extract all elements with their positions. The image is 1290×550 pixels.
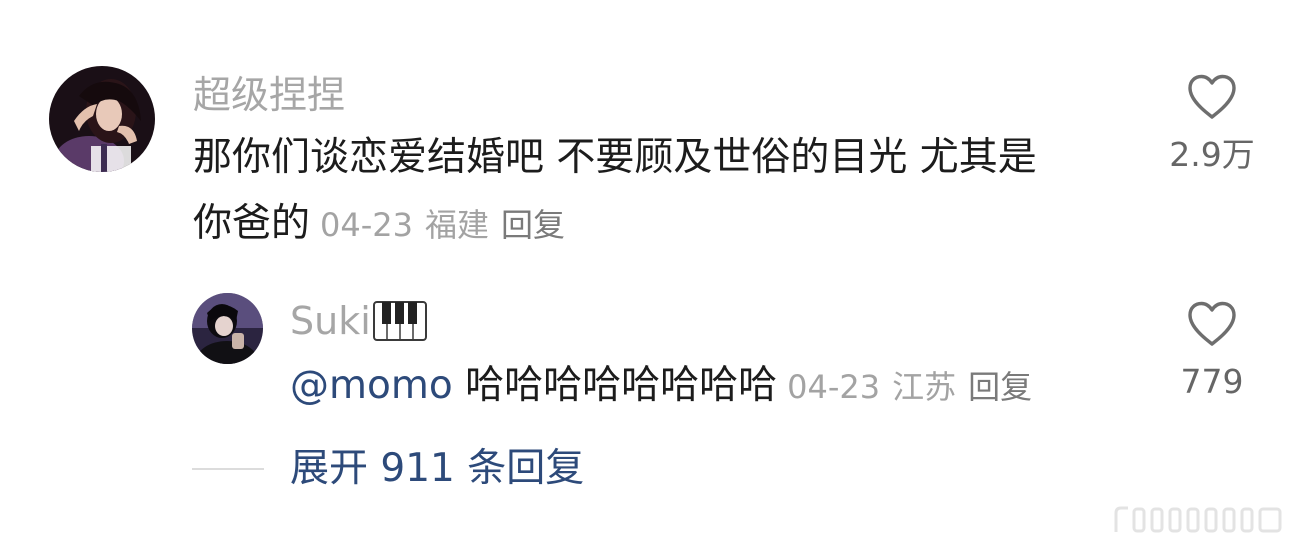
comment-body[interactable]: 那你们谈恋爱结婚吧 不要顾及世俗的目光 尤其是 你爸的 04-23 福建 回复 [193, 125, 1128, 258]
reply-username-row[interactable]: Suki [290, 298, 427, 344]
watermark-logo [1114, 506, 1282, 533]
reply-location: 江苏 [892, 368, 957, 406]
reply-mention[interactable]: @momo [290, 363, 453, 408]
comment-reply-button[interactable]: 回复 [501, 206, 565, 244]
reply-like-button[interactable]: 779 [1157, 300, 1267, 402]
comment-username[interactable]: 超级捏捏 [193, 72, 345, 118]
reply-reply-button[interactable]: 回复 [968, 368, 1032, 406]
reply-username[interactable]: Suki [290, 298, 371, 344]
avatar-photo [192, 293, 263, 364]
reply-avatar[interactable] [192, 293, 263, 364]
comment-location: 福建 [425, 206, 490, 244]
reply-like-count: 779 [1180, 362, 1244, 401]
comment-text-line-2: 你爸的 [193, 201, 311, 246]
reply-date: 04-23 [787, 368, 881, 406]
comment-meta: 04-23 福建 回复 [320, 206, 577, 244]
heart-outline-icon [1188, 301, 1236, 346]
reply-body[interactable]: @momo 哈哈哈哈哈哈哈哈 04-23 江苏 回复 [290, 353, 1044, 420]
comment-date: 04-23 [320, 206, 413, 244]
comment-text-line-1: 那你们谈恋爱结婚吧 不要顾及世俗的目光 尤其是 [193, 135, 1037, 180]
comment-like-button[interactable]: 2.9万 [1157, 73, 1267, 175]
avatar-photo [49, 66, 155, 172]
comment-like-count: 2.9万 [1169, 135, 1255, 174]
reply-text: 哈哈哈哈哈哈哈哈 [465, 363, 778, 408]
reply-meta: 04-23 江苏 回复 [787, 368, 1044, 406]
expand-replies-button[interactable]: 展开 911 条回复 [290, 445, 584, 493]
piano-keys-icon [372, 301, 427, 341]
expand-divider [192, 468, 264, 470]
heart-outline-icon [1188, 74, 1236, 119]
comment-avatar[interactable] [49, 66, 155, 172]
